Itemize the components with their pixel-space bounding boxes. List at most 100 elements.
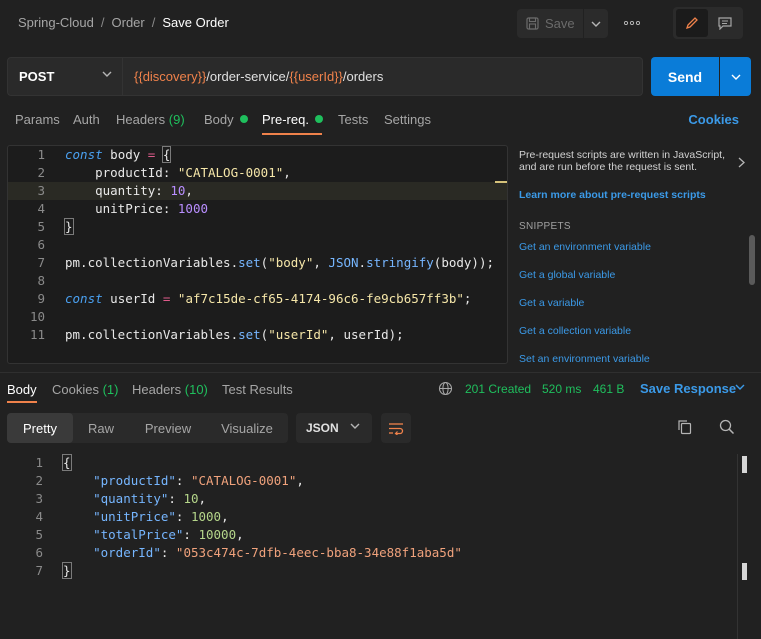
line-number: 4 xyxy=(35,509,43,524)
tab-auth[interactable]: Auth xyxy=(73,112,100,127)
chevron-right-icon[interactable] xyxy=(738,157,745,168)
chevron-down-icon[interactable] xyxy=(735,384,745,390)
scroll-marker xyxy=(742,456,747,473)
response-body-viewer[interactable]: 1{ 2 "productId": "CATALOG-0001", 3 "qua… xyxy=(0,454,761,639)
response-tab-cookies-label: Cookies xyxy=(52,382,99,397)
send-options-button[interactable] xyxy=(720,57,751,96)
more-icon xyxy=(624,21,640,25)
cookies-link[interactable]: Cookies xyxy=(688,112,739,127)
line-number: 8 xyxy=(37,273,45,288)
active-tab-indicator xyxy=(262,133,322,135)
line-number: 1 xyxy=(35,455,43,470)
save-button[interactable]: Save xyxy=(517,9,583,38)
line-number: 1 xyxy=(37,147,45,162)
url-variable-brace: {{ xyxy=(289,69,299,84)
editor-scroll-marker xyxy=(495,181,507,183)
body-indicator-dot xyxy=(239,115,248,123)
edit-mode-button[interactable] xyxy=(676,9,708,37)
code-line: 11 pm.collectionVariables.set("userId", u… xyxy=(8,326,507,344)
wrap-lines-icon xyxy=(389,422,404,435)
line-number: 7 xyxy=(37,255,45,270)
cookies-count: (1) xyxy=(102,382,119,397)
request-tabs: Params Auth Headers (9) Body Pre-req. Te… xyxy=(0,106,761,136)
line-number: 6 xyxy=(35,545,43,560)
code-line: 8 xyxy=(8,272,507,290)
comment-icon xyxy=(718,16,732,30)
method-label: POST xyxy=(19,69,55,84)
globe-icon[interactable] xyxy=(438,381,453,396)
learn-more-link[interactable]: Learn more about pre-request scripts xyxy=(519,189,706,201)
save-options-button[interactable] xyxy=(584,9,608,38)
top-bar: Spring-Cloud / Order / Save Order Save xyxy=(0,0,761,46)
breadcrumb-folder[interactable]: Order xyxy=(112,15,145,30)
response-tab-headers[interactable]: Headers (10) xyxy=(132,382,208,397)
search-icon[interactable] xyxy=(719,419,735,435)
breadcrumb-separator: / xyxy=(151,15,156,30)
prerequest-script-editor[interactable]: 1 const body = { 2 productId: "CATALOG-00… xyxy=(7,145,508,364)
snippets-scrollbar[interactable] xyxy=(749,235,755,285)
tab-body-label: Body xyxy=(204,112,234,127)
json-value-productId: CATALOG-0001 xyxy=(198,473,289,488)
save-label: Save xyxy=(545,16,575,31)
snippet-item[interactable]: Set an environment variable xyxy=(519,353,650,365)
json-value-unitPrice: 1000 xyxy=(190,509,222,524)
copy-icon[interactable] xyxy=(677,419,693,435)
tab-headers[interactable]: Headers (9) xyxy=(116,112,185,127)
method-select[interactable]: POST xyxy=(7,57,123,96)
view-visualize-button[interactable]: Visualize xyxy=(214,413,280,443)
line-number: 10 xyxy=(29,309,45,324)
line-number: 4 xyxy=(37,201,45,216)
line-number: 2 xyxy=(35,473,43,488)
response-tab-test-results[interactable]: Test Results xyxy=(222,382,293,397)
response-tab-cookies[interactable]: Cookies (1) xyxy=(52,382,118,397)
more-actions-button[interactable] xyxy=(620,12,644,34)
line-number: 3 xyxy=(37,183,45,198)
snippet-item[interactable]: Get a variable xyxy=(519,297,584,309)
url-variable: userId xyxy=(298,69,335,84)
breadcrumb-collection[interactable]: Spring-Cloud xyxy=(18,15,94,30)
format-label: JSON xyxy=(306,421,339,435)
tab-tests[interactable]: Tests xyxy=(338,112,368,127)
json-value-quantity: 10 xyxy=(183,491,199,506)
chevron-down-icon xyxy=(102,71,112,77)
snippet-item[interactable]: Get an environment variable xyxy=(519,241,651,253)
response-size[interactable]: 461 B xyxy=(593,382,624,396)
response-headers-count: (10) xyxy=(184,382,208,397)
format-select[interactable]: JSON xyxy=(296,413,372,443)
json-value-orderId: 053c474c-7dfb-4eec-bba8-34e88f1aba5d xyxy=(183,545,455,560)
pane-divider[interactable] xyxy=(0,372,761,373)
send-button[interactable]: Send xyxy=(651,57,719,96)
status-code[interactable]: 201 Created xyxy=(465,382,531,396)
code-line: 7 pm.collectionVariables.set("body", JSON… xyxy=(8,254,507,272)
url-variable-brace: {{ xyxy=(134,69,143,84)
view-pretty-button[interactable]: Pretty xyxy=(7,413,73,443)
pencil-icon xyxy=(685,17,698,30)
line-number: 9 xyxy=(37,291,45,306)
response-scrollbar[interactable] xyxy=(737,454,749,639)
line-number: 7 xyxy=(35,563,43,578)
comments-button[interactable] xyxy=(710,9,740,37)
snippet-item[interactable]: Get a global variable xyxy=(519,269,615,281)
view-preview-button[interactable]: Preview xyxy=(139,413,197,443)
request-name[interactable]: Save Order xyxy=(162,15,228,30)
response-tab-body[interactable]: Body xyxy=(7,382,37,397)
wrap-lines-button[interactable] xyxy=(381,413,411,443)
view-raw-button[interactable]: Raw xyxy=(78,413,124,443)
response-tab-headers-label: Headers xyxy=(132,382,182,397)
url-variable: discovery xyxy=(142,69,198,84)
save-response-button[interactable]: Save Response xyxy=(640,381,736,396)
scroll-marker xyxy=(742,563,747,580)
line-number: 11 xyxy=(29,327,45,342)
snippets-panel: Pre-request scripts are written in JavaS… xyxy=(509,145,761,367)
tab-settings[interactable]: Settings xyxy=(384,112,431,127)
tab-params[interactable]: Params xyxy=(15,112,60,127)
tab-body[interactable]: Body xyxy=(204,112,248,127)
snippet-item[interactable]: Get a collection variable xyxy=(519,325,631,337)
response-time[interactable]: 520 ms xyxy=(542,382,581,396)
url-input[interactable]: {{discovery}}/order-service/{{userId}}/o… xyxy=(123,57,643,96)
code-line-active: 3 quantity: 10, xyxy=(8,182,507,200)
url-variable-brace: }} xyxy=(334,69,343,84)
tab-prereq[interactable]: Pre-req. xyxy=(262,112,323,127)
url-variable-brace: }} xyxy=(197,69,207,84)
code-line: 4 unitPrice: 1000 xyxy=(8,200,507,218)
